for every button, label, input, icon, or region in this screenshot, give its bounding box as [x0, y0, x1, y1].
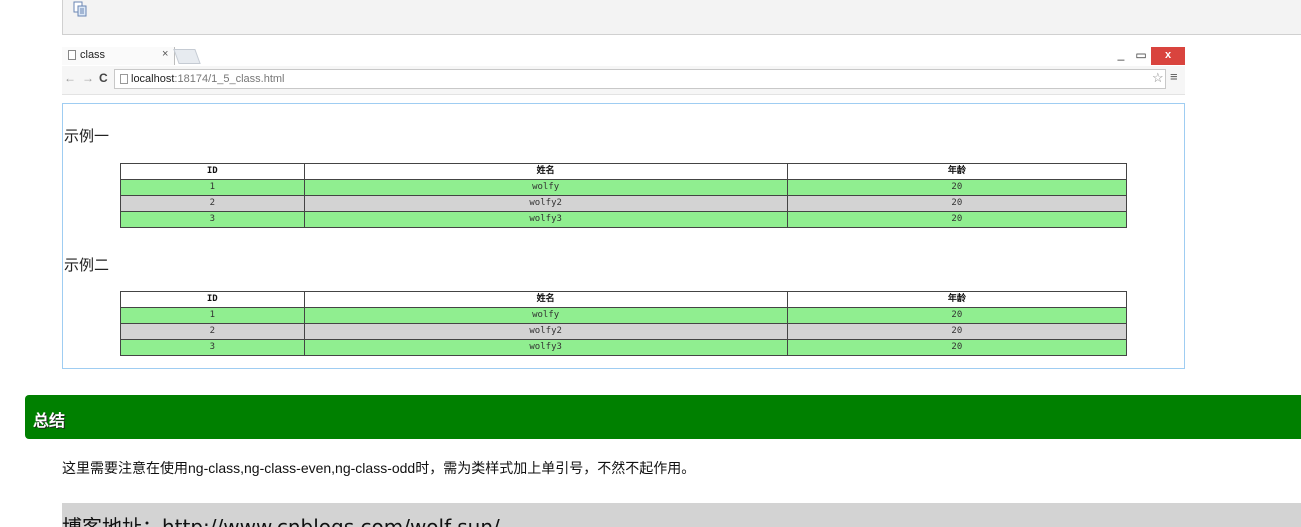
blog-address[interactable]: 博客地址：http://www.cnblogs.com/wolf-sun/	[62, 511, 500, 527]
menu-icon[interactable]: ≡	[1170, 69, 1178, 84]
tab-title: class	[80, 49, 106, 61]
browser-toolbar: ← → C localhost:18174/1_5_class.html ☆ ≡	[62, 66, 1185, 95]
table-header-row: ID 姓名 年龄	[120, 163, 1128, 180]
blog-address-bar: 博客地址：http://www.cnblogs.com/wolf-sun/	[62, 503, 1301, 527]
minimize-button[interactable]: _	[1112, 47, 1130, 64]
summary-heading-bar: 总结	[25, 395, 1301, 439]
page-icon	[68, 50, 76, 60]
cell-age: 20	[786, 307, 1128, 324]
column-header-age: 年龄	[786, 291, 1128, 308]
cell-id: 1	[120, 307, 305, 324]
table-row: 3 wolfy3 20	[120, 211, 1128, 228]
example-table-2: ID 姓名 年龄 1 wolfy 20 2 wolfy2 20 3 wolfy3…	[120, 291, 1128, 356]
cell-id: 1	[120, 179, 305, 196]
cell-id: 3	[120, 339, 305, 356]
example-heading-1: 示例一	[64, 127, 110, 145]
address-bar[interactable]: localhost:18174/1_5_class.html	[114, 69, 1166, 89]
table-row: 2 wolfy2 20	[120, 195, 1128, 212]
column-header-name: 姓名	[303, 291, 788, 308]
table-row: 1 wolfy 20	[120, 179, 1128, 196]
summary-note: 这里需要注意在使用ng-class,ng-class-even,ng-class…	[62, 460, 696, 476]
cell-id: 3	[120, 211, 305, 228]
cell-name: wolfy	[303, 307, 788, 324]
summary-title: 总结	[33, 413, 66, 430]
table-row: 3 wolfy3 20	[120, 339, 1128, 356]
tab-close-icon[interactable]: ×	[162, 48, 168, 60]
back-arrow-icon[interactable]: ←	[64, 71, 76, 85]
browser-screenshot: class × _ ▭ x ← → C localhost:18174/1_5_…	[62, 47, 1185, 369]
column-header-id: ID	[120, 163, 305, 180]
maximize-button[interactable]: ▭	[1132, 47, 1150, 64]
page-icon	[120, 74, 128, 84]
cell-age: 20	[786, 195, 1128, 212]
cell-age: 20	[786, 323, 1128, 340]
cell-name: wolfy	[303, 179, 788, 196]
url-path: :18174/1_5_class.html	[174, 73, 285, 85]
code-toolbar	[62, 0, 1301, 35]
browser-tab[interactable]: class ×	[62, 47, 175, 65]
table-header-row: ID 姓名 年龄	[120, 291, 1128, 308]
table-row: 1 wolfy 20	[120, 307, 1128, 324]
example-table-1: ID 姓名 年龄 1 wolfy 20 2 wolfy2 20 3 wolfy3…	[120, 163, 1128, 228]
page-viewport: 示例一 ID 姓名 年龄 1 wolfy 20 2 wolfy2 20 3 wo…	[62, 103, 1185, 369]
column-header-age: 年龄	[786, 163, 1128, 180]
cell-age: 20	[786, 211, 1128, 228]
url-host: localhost	[131, 73, 175, 85]
close-window-button[interactable]: x	[1151, 47, 1185, 65]
tab-strip: class × _ ▭ x	[62, 47, 1185, 65]
cell-name: wolfy2	[303, 195, 788, 212]
new-tab-button[interactable]	[173, 49, 201, 64]
reload-icon[interactable]: C	[99, 71, 108, 85]
url-text[interactable]: localhost:18174/1_5_class.html	[131, 73, 285, 85]
bookmark-star-icon[interactable]: ☆	[1152, 70, 1164, 86]
copy-icon[interactable]	[73, 1, 89, 17]
cell-age: 20	[786, 179, 1128, 196]
cell-id: 2	[120, 195, 305, 212]
table-row: 2 wolfy2 20	[120, 323, 1128, 340]
column-header-name: 姓名	[303, 163, 788, 180]
column-header-id: ID	[120, 291, 305, 308]
cell-name: wolfy3	[303, 339, 788, 356]
forward-arrow-icon[interactable]: →	[82, 71, 94, 85]
example-heading-2: 示例二	[64, 256, 110, 274]
cell-name: wolfy3	[303, 211, 788, 228]
cell-name: wolfy2	[303, 323, 788, 340]
cell-age: 20	[786, 339, 1128, 356]
cell-id: 2	[120, 323, 305, 340]
